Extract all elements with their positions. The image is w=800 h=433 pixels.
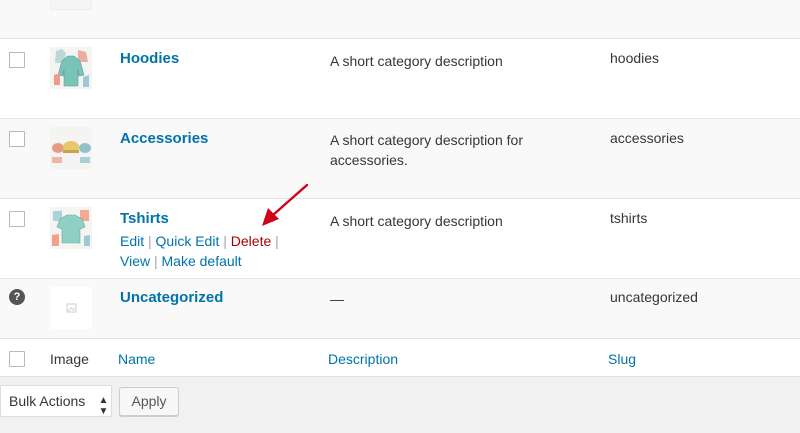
select-all-checkbox[interactable]	[9, 351, 25, 367]
column-header-description[interactable]: Description	[328, 351, 398, 367]
row-checkbox[interactable]	[9, 52, 25, 68]
accessories-image	[50, 127, 92, 169]
column-header-image: Image	[50, 351, 89, 367]
bulk-actions-label: Bulk Actions	[9, 393, 86, 409]
category-slug: accessories	[610, 130, 684, 146]
tshirt-image	[50, 207, 92, 249]
category-name-link[interactable]: Tshirts	[120, 210, 169, 227]
partial-image	[50, 0, 92, 10]
category-name-link[interactable]: Accessories	[120, 130, 208, 147]
table-row: Tshirts Edit | Quick Edit | Delete | Vie…	[0, 199, 800, 279]
category-slug: hoodies	[610, 50, 660, 66]
annotation-arrow-icon	[262, 183, 309, 226]
category-description: —	[330, 291, 344, 307]
row-checkbox[interactable]	[9, 211, 25, 227]
categories-table: Hoodies A short category description hoo…	[0, 0, 800, 377]
quick-edit-link[interactable]: Quick Edit	[156, 233, 220, 249]
row-checkbox[interactable]	[9, 131, 25, 147]
help-icon[interactable]: ?	[9, 289, 25, 305]
category-name-link[interactable]: Uncategorized	[120, 289, 223, 306]
action-separator: |	[275, 233, 279, 249]
placeholder-image	[50, 287, 92, 329]
category-description: A short category description	[330, 213, 503, 229]
bulk-actions-select[interactable]: Bulk Actions ▲▼	[0, 385, 112, 417]
table-row: ? Uncategorized — uncategorized	[0, 279, 800, 339]
category-slug: uncategorized	[610, 289, 698, 305]
apply-button[interactable]: Apply	[119, 387, 179, 416]
select-arrows-icon: ▲▼	[98, 395, 109, 417]
table-row: Hoodies A short category description hoo…	[0, 39, 800, 119]
table-row	[0, 0, 800, 39]
view-link[interactable]: View	[120, 253, 150, 269]
delete-link[interactable]: Delete	[231, 233, 271, 249]
column-header-name[interactable]: Name	[118, 351, 155, 367]
table-row: Accessories A short category description…	[0, 119, 800, 199]
row-actions: Edit | Quick Edit | Delete | View | Make…	[120, 231, 305, 271]
category-slug: tshirts	[610, 210, 648, 226]
action-separator: |	[153, 253, 158, 269]
column-header-slug[interactable]: Slug	[608, 351, 636, 367]
action-separator: |	[148, 233, 152, 249]
category-description: A short category description	[330, 53, 503, 69]
category-name-link[interactable]: Hoodies	[120, 50, 179, 67]
edit-link[interactable]: Edit	[120, 233, 144, 249]
make-default-link[interactable]: Make default	[162, 253, 242, 269]
category-description: A short category description for accesso…	[330, 132, 523, 168]
hoodie-image	[50, 47, 92, 89]
action-separator: |	[223, 233, 227, 249]
